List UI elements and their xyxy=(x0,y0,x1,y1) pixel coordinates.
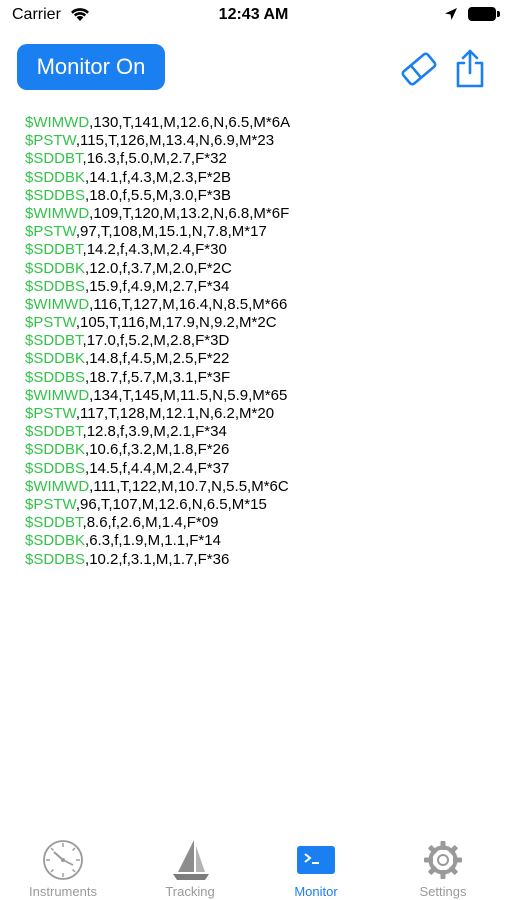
sentence-tag: $WIMWD xyxy=(25,386,90,404)
log-line: $PSTW,96,T,107,M,12.6,N,6.5,M*15 xyxy=(25,496,290,514)
sentence-data: ,8.6,f,2.6,M,1.4,F*09 xyxy=(82,514,219,532)
tab-label: Settings xyxy=(419,884,467,899)
sentence-data: ,18.7,f,5.7,M,3.1,F*3F xyxy=(85,368,231,386)
log-line: $SDDBT,12.8,f,3.9,M,2.1,F*34 xyxy=(25,423,290,441)
sentence-tag: $SDDBK xyxy=(25,168,86,186)
sentence-data: ,18.0,f,5.5,M,3.0,F*3B xyxy=(85,186,231,204)
log-line: $SDDBS,18.7,f,5.7,M,3.1,F*3F xyxy=(25,369,290,387)
sentence-data: ,111,T,122,M,10.7,N,5.5,M*6C xyxy=(89,477,289,495)
sentence-data: ,12.8,f,3.9,M,2.1,F*34 xyxy=(82,423,227,441)
log-line: $SDDBK,14.8,f,4.5,M,2.5,F*22 xyxy=(25,350,290,368)
sentence-tag: $SDDBT xyxy=(25,150,83,168)
log-line: $SDDBT,17.0,f,5.2,M,2.8,F*3D xyxy=(25,332,290,350)
sentence-tag: $SDDBK xyxy=(25,350,86,368)
sentence-tag: $SDDBK xyxy=(25,441,86,459)
log-line: $WIMWD,109,T,120,M,13.2,N,6.8,M*6F xyxy=(25,205,290,223)
sentence-tag: $SDDBK xyxy=(25,532,86,550)
log-line: $PSTW,117,T,128,M,12.1,N,6.2,M*20 xyxy=(25,405,290,423)
gauge-icon xyxy=(43,840,83,880)
sentence-data: ,134,T,145,M,11.5,N,5.9,M*65 xyxy=(89,386,288,404)
tab-label: Monitor xyxy=(294,884,338,899)
sailboat-icon xyxy=(173,840,209,880)
sentence-data: ,16.3,f,5.0,M,2.7,F*32 xyxy=(82,150,227,168)
sentence-tag: $SDDBS xyxy=(25,550,86,568)
log-line: $SDDBT,14.2,f,4.3,M,2.4,F*30 xyxy=(25,241,290,259)
sentence-data: ,105,T,116,M,17.9,N,9.2,M*2C xyxy=(75,314,277,332)
sentence-tag: $WIMWD xyxy=(25,114,90,131)
log-line: $WIMWD,130,T,141,M,12.6,N,6.5,M*6A xyxy=(25,114,290,132)
battery-icon xyxy=(468,7,496,21)
sentence-data: ,14.5,f,4.4,M,2.4,F*37 xyxy=(85,459,230,477)
tab-label: Instruments xyxy=(29,884,97,899)
battery-tip xyxy=(497,11,500,17)
log-line: $WIMWD,111,T,122,M,10.7,N,5.5,M*6C xyxy=(25,478,290,496)
sentence-tag: $SDDBK xyxy=(25,259,86,277)
tab-label: Tracking xyxy=(165,884,215,899)
status-bar: Carrier 12:43 AM xyxy=(0,0,507,30)
gear-icon xyxy=(424,841,462,879)
log-line: $SDDBS,15.9,f,4.9,M,2.7,F*34 xyxy=(25,278,290,296)
sentence-tag: $SDDBT xyxy=(25,423,83,441)
log-line: $SDDBS,14.5,f,4.4,M,2.4,F*37 xyxy=(25,460,290,478)
log-line: $WIMWD,134,T,145,M,11.5,N,5.9,M*65 xyxy=(25,387,290,405)
sentence-tag: $PSTW xyxy=(25,132,76,150)
log-line: $SDDBK,14.1,f,4.3,M,2.3,F*2B xyxy=(25,169,290,187)
sentence-tag: $SDDBT xyxy=(25,332,83,350)
sentence-tag: $SDDBT xyxy=(25,514,83,532)
sentence-data: ,97,T,108,M,15.1,N,7.8,M*17 xyxy=(75,223,267,241)
log-line: $PSTW,115,T,126,M,13.4,N,6.9,M*23 xyxy=(25,132,290,150)
sentence-tag: $PSTW xyxy=(25,495,76,513)
sentence-tag: $SDDBS xyxy=(25,186,86,204)
log-line: $SDDBT,16.3,f,5.0,M,2.7,F*32 xyxy=(25,150,290,168)
log-line: $SDDBK,10.6,f,3.2,M,1.8,F*26 xyxy=(25,441,290,459)
sentence-tag: $WIMWD xyxy=(25,204,90,222)
monitor-toggle-button[interactable]: Monitor On xyxy=(17,44,165,90)
log-line: $SDDBS,18.0,f,5.5,M,3.0,F*3B xyxy=(25,187,290,205)
sentence-data: ,109,T,120,M,13.2,N,6.8,M*6F xyxy=(89,204,290,222)
sentence-tag: $WIMWD xyxy=(25,477,90,495)
sentence-data: ,14.8,f,4.5,M,2.5,F*22 xyxy=(85,350,230,368)
log-line: $SDDBT,8.6,f,2.6,M,1.4,F*09 xyxy=(25,514,290,532)
tab-instruments[interactable]: Instruments xyxy=(8,838,118,899)
sentence-data: ,117,T,128,M,12.1,N,6.2,M*20 xyxy=(75,405,275,422)
tab-tracking[interactable]: Tracking xyxy=(135,838,245,899)
eraser-icon[interactable] xyxy=(400,50,438,88)
log-line: $WIMWD,116,T,127,M,16.4,N,8.5,M*66 xyxy=(25,296,290,314)
share-icon[interactable] xyxy=(454,48,486,88)
clock: 12:43 AM xyxy=(218,6,289,23)
sentence-tag: $PSTW xyxy=(25,314,76,332)
log-line: $SDDBK,6.3,f,1.9,M,1.1,F*14 xyxy=(25,532,290,550)
sentence-data: ,115,T,126,M,13.4,N,6.9,M*23 xyxy=(75,132,275,150)
sentence-tag: $SDDBS xyxy=(25,368,86,386)
sentence-data: ,12.0,f,3.7,M,2.0,F*2C xyxy=(85,259,232,277)
tab-bar: Instruments Tracking Monitor Settings xyxy=(0,830,507,900)
sentence-data: ,130,T,141,M,12.6,N,6.5,M*6A xyxy=(89,114,291,131)
sentence-tag: $SDDBT xyxy=(25,241,83,259)
nmea-log: $WIMWD,130,T,141,M,12.6,N,6.5,M*6A $PSTW,… xyxy=(25,114,290,569)
sentence-data: ,116,T,127,M,16.4,N,8.5,M*66 xyxy=(89,295,288,313)
sentence-data: ,6.3,f,1.9,M,1.1,F*14 xyxy=(85,532,221,550)
sentence-tag: $PSTW xyxy=(25,223,76,241)
sentence-data: ,17.0,f,5.2,M,2.8,F*3D xyxy=(82,332,230,350)
sentence-data: ,14.1,f,4.3,M,2.3,F*2B xyxy=(85,168,231,186)
log-line: $SDDBS,10.2,f,3.1,M,1.7,F*36 xyxy=(25,551,290,569)
sentence-tag: $PSTW xyxy=(25,405,76,422)
log-line: $PSTW,97,T,108,M,15.1,N,7.8,M*17 xyxy=(25,223,290,241)
sentence-data: ,14.2,f,4.3,M,2.4,F*30 xyxy=(82,241,227,259)
sentence-data: ,10.2,f,3.1,M,1.7,F*36 xyxy=(85,550,230,568)
sentence-tag: $SDDBS xyxy=(25,277,86,295)
log-line: $PSTW,105,T,116,M,17.9,N,9.2,M*2C xyxy=(25,314,290,332)
sentence-data: ,10.6,f,3.2,M,1.8,F*26 xyxy=(85,441,230,459)
log-line: $SDDBK,12.0,f,3.7,M,2.0,F*2C xyxy=(25,260,290,278)
tab-settings[interactable]: Settings xyxy=(388,838,498,899)
sentence-tag: $SDDBS xyxy=(25,459,86,477)
location-arrow-icon xyxy=(445,8,457,20)
sentence-data: ,15.9,f,4.9,M,2.7,F*34 xyxy=(85,277,230,295)
sentence-tag: $WIMWD xyxy=(25,295,90,313)
tab-monitor[interactable]: Monitor xyxy=(261,838,371,899)
terminal-icon xyxy=(297,846,335,874)
sentence-data: ,96,T,107,M,12.6,N,6.5,M*15 xyxy=(75,495,267,513)
